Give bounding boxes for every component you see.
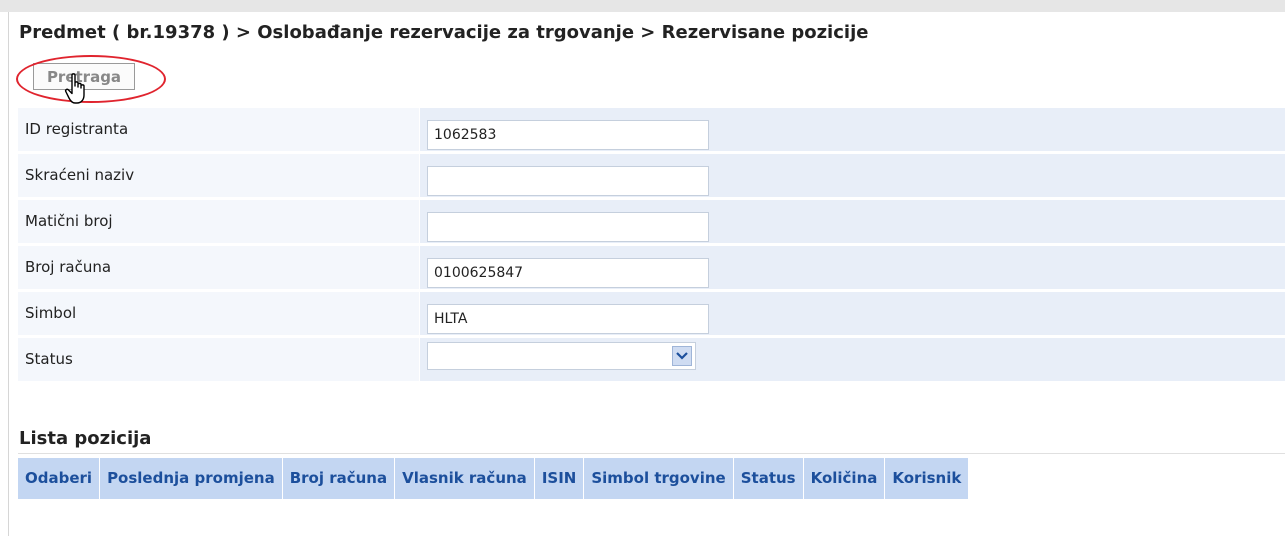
simbol-label: Simbol — [25, 304, 77, 322]
browser-top-strip — [0, 0, 1285, 12]
form-row-status: Status — [18, 338, 1285, 381]
form-row-simbol: Simbol — [18, 292, 1285, 335]
search-form: ID registranta Skraćeni naziv Matični br… — [18, 108, 1285, 384]
id-registranta-label: ID registranta — [25, 120, 129, 138]
list-title: Lista pozicija — [19, 428, 152, 449]
status-select[interactable] — [427, 342, 696, 370]
breadcrumb: Predmet ( br.19378 ) > Oslobađanje rezer… — [19, 22, 869, 43]
id-registranta-input[interactable] — [427, 120, 709, 150]
column-header-odaberi[interactable]: Odaberi — [18, 458, 101, 499]
form-row-id-registranta: ID registranta — [18, 108, 1285, 151]
form-row-skraceni-naziv: Skraćeni naziv — [18, 154, 1285, 197]
broj-racuna-label: Broj računa — [25, 258, 112, 276]
skraceni-naziv-label: Skraćeni naziv — [25, 166, 135, 184]
skraceni-naziv-input[interactable] — [427, 166, 709, 196]
simbol-input[interactable] — [427, 304, 709, 334]
column-header-korisnik[interactable]: Korisnik — [885, 458, 970, 499]
column-header-isin[interactable]: ISIN — [535, 458, 585, 499]
form-row-broj-racuna: Broj računa — [18, 246, 1285, 289]
search-button[interactable]: Pretraga — [33, 63, 135, 90]
column-header-poslednja-promjena[interactable]: Poslednja promjena — [100, 458, 283, 499]
chevron-down-icon[interactable] — [672, 346, 692, 366]
form-row-maticni-broj: Matični broj — [18, 200, 1285, 243]
positions-table-header: Odaberi Poslednja promjena Broj računa V… — [18, 458, 970, 499]
column-header-broj-racuna[interactable]: Broj računa — [283, 458, 396, 499]
maticni-broj-label: Matični broj — [25, 212, 113, 230]
maticni-broj-input[interactable] — [427, 212, 709, 242]
column-header-vlasnik-racuna[interactable]: Vlasnik računa — [395, 458, 535, 499]
column-header-simbol-trgovine[interactable]: Simbol trgovine — [584, 458, 734, 499]
status-label: Status — [25, 350, 73, 368]
list-divider — [18, 453, 1285, 454]
column-header-kolicina[interactable]: Količina — [804, 458, 886, 499]
column-header-status[interactable]: Status — [734, 458, 804, 499]
broj-racuna-input[interactable] — [427, 258, 709, 288]
